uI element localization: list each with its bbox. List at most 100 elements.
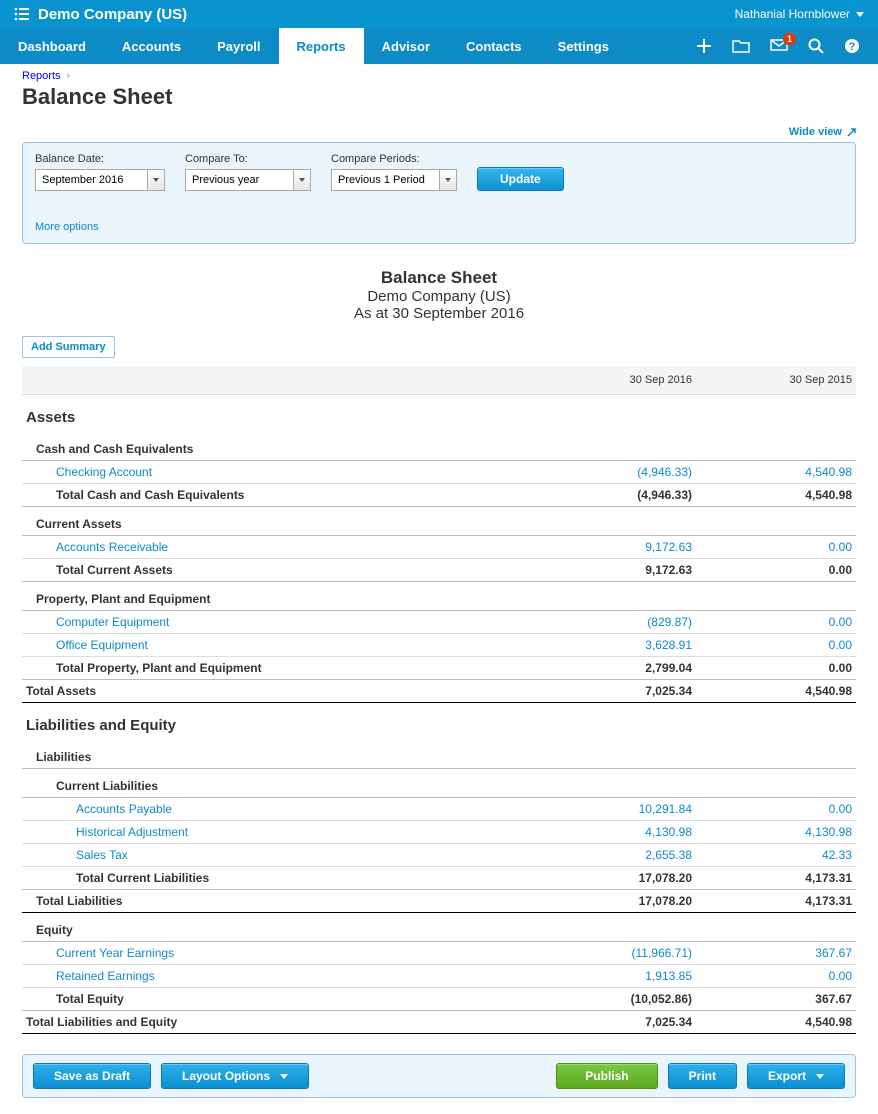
compare-periods-label: Compare Periods:	[331, 153, 457, 165]
filter-panel: Balance Date: Compare To: Compare Period…	[22, 142, 856, 244]
more-options-link[interactable]: More options	[35, 221, 843, 233]
group-cash: Cash and Cash Equivalents	[22, 432, 856, 461]
group-current-assets: Current Assets	[22, 507, 856, 536]
breadcrumb-reports[interactable]: Reports	[22, 70, 61, 82]
balance-date-input[interactable]	[35, 169, 147, 191]
link-computer-equipment[interactable]: Computer Equipment	[56, 615, 169, 629]
chevron-down-icon	[299, 178, 305, 182]
link-current-year-earnings[interactable]: Current Year Earnings	[56, 946, 174, 960]
export-label: Export	[768, 1069, 806, 1083]
nav-reports[interactable]: Reports	[279, 28, 364, 64]
update-button[interactable]: Update	[477, 167, 564, 191]
save-as-draft-button[interactable]: Save as Draft	[33, 1063, 151, 1089]
user-name-label: Nathanial Hornblower	[735, 7, 850, 21]
total-liabilities-row: Total Liabilities 17,078.20 4,173.31	[22, 890, 856, 913]
cell-link[interactable]: 10,291.84	[639, 802, 692, 816]
company-name[interactable]: Demo Company (US)	[38, 6, 187, 23]
nav-contacts[interactable]: Contacts	[448, 28, 540, 64]
subtotal-row: Total Current Assets 9,172.63 0.00	[22, 559, 856, 582]
table-row: Computer Equipment (829.87) 0.00	[22, 611, 856, 634]
help-icon[interactable]: ?	[844, 38, 860, 54]
balance-date-label: Balance Date:	[35, 153, 165, 165]
report-as-at: As at 30 September 2016	[0, 305, 878, 322]
cell-link[interactable]: (11,966.71)	[632, 946, 693, 960]
link-checking-account[interactable]: Checking Account	[56, 465, 152, 479]
cell-link[interactable]: 1,913.85	[645, 969, 692, 983]
cell-link[interactable]: 4,130.98	[805, 825, 852, 839]
group-current-liabilities: Current Liabilities	[22, 769, 856, 798]
cell-link[interactable]: 0.00	[829, 802, 852, 816]
balance-date-dropdown[interactable]	[147, 169, 165, 191]
cell-link[interactable]: 3,628.91	[645, 638, 692, 652]
cell-link[interactable]: 0.00	[829, 615, 852, 629]
cell-link[interactable]: 4,540.98	[805, 465, 852, 479]
subtotal-row: Total Current Liabilities 17,078.20 4,17…	[22, 867, 856, 890]
add-summary-button[interactable]: Add Summary	[22, 336, 115, 358]
subtotal-row: Total Property, Plant and Equipment 2,79…	[22, 657, 856, 680]
plus-icon[interactable]	[696, 38, 712, 54]
cell-link[interactable]: 0.00	[829, 540, 852, 554]
layout-options-label: Layout Options	[182, 1069, 270, 1083]
cell-link[interactable]: 0.00	[829, 969, 852, 983]
notifications-icon[interactable]: 1	[770, 39, 788, 53]
link-retained-earnings[interactable]: Retained Earnings	[56, 969, 155, 983]
group-liabilities: Liabilities	[22, 740, 856, 769]
user-menu[interactable]: Nathanial Hornblower	[735, 7, 864, 21]
subtotal-row: Total Cash and Cash Equivalents (4,946.3…	[22, 484, 856, 507]
chevron-down-icon	[280, 1074, 288, 1079]
chevron-down-icon	[153, 178, 159, 182]
cell-link[interactable]: 9,172.63	[645, 540, 692, 554]
chevron-down-icon	[816, 1074, 824, 1079]
wide-view-label: Wide view	[789, 126, 842, 138]
subtotal-row: Total Equity (10,052.86) 367.67	[22, 988, 856, 1011]
total-assets-row: Total Assets 7,025.34 4,540.98	[22, 680, 856, 703]
cell-link[interactable]: (4,946.33)	[637, 465, 692, 479]
section-liab-equity: Liabilities and Equity	[22, 703, 856, 741]
compare-periods-dropdown[interactable]	[439, 169, 457, 191]
nav-advisor[interactable]: Advisor	[364, 28, 448, 64]
table-row: Office Equipment 3,628.91 0.00	[22, 634, 856, 657]
table-row: Accounts Payable 10,291.84 0.00	[22, 798, 856, 821]
compare-to-input[interactable]	[185, 169, 293, 191]
link-historical-adjustment[interactable]: Historical Adjustment	[76, 825, 188, 839]
group-ppe: Property, Plant and Equipment	[22, 582, 856, 611]
link-accounts-payable[interactable]: Accounts Payable	[76, 802, 172, 816]
cell-link[interactable]: 4,130.98	[645, 825, 692, 839]
folder-icon[interactable]	[732, 39, 750, 53]
nav-dashboard[interactable]: Dashboard	[0, 28, 104, 64]
group-equity: Equity	[22, 913, 856, 942]
table-row: Historical Adjustment 4,130.98 4,130.98	[22, 821, 856, 844]
search-icon[interactable]	[808, 38, 824, 54]
table-row: Accounts Receivable 9,172.63 0.00	[22, 536, 856, 559]
print-button[interactable]: Print	[668, 1063, 737, 1089]
nav-payroll[interactable]: Payroll	[199, 28, 278, 64]
chevron-down-icon	[856, 12, 864, 17]
cell-link[interactable]: 367.67	[815, 946, 852, 960]
total-liab-equity-row: Total Liabilities and Equity 7,025.34 4,…	[22, 1011, 856, 1034]
cell-link[interactable]: 0.00	[829, 638, 852, 652]
compare-periods-input[interactable]	[331, 169, 439, 191]
svg-text:?: ?	[849, 41, 856, 53]
org-menu-icon[interactable]	[14, 7, 30, 21]
table-row: Checking Account (4,946.33) 4,540.98	[22, 461, 856, 484]
publish-button[interactable]: Publish	[556, 1063, 657, 1089]
chevron-right-icon: ›	[67, 70, 71, 82]
link-accounts-receivable[interactable]: Accounts Receivable	[56, 540, 168, 554]
cell-link[interactable]: 42.33	[822, 848, 852, 862]
column-header-2: 30 Sep 2015	[696, 366, 856, 395]
cell-link[interactable]: (829.87)	[647, 615, 692, 629]
chevron-down-icon	[445, 178, 451, 182]
nav-settings[interactable]: Settings	[540, 28, 627, 64]
link-sales-tax[interactable]: Sales Tax	[76, 848, 128, 862]
table-row: Current Year Earnings (11,966.71) 367.67	[22, 942, 856, 965]
nav-accounts[interactable]: Accounts	[104, 28, 199, 64]
export-button[interactable]: Export	[747, 1063, 845, 1089]
report-company: Demo Company (US)	[0, 288, 878, 305]
section-assets: Assets	[22, 395, 856, 433]
cell-link[interactable]: 2,655.38	[645, 848, 692, 862]
layout-options-button[interactable]: Layout Options	[161, 1063, 309, 1089]
compare-to-dropdown[interactable]	[293, 169, 311, 191]
link-office-equipment[interactable]: Office Equipment	[56, 638, 148, 652]
wide-view-link[interactable]: Wide view	[789, 126, 856, 138]
compare-to-label: Compare To:	[185, 153, 311, 165]
